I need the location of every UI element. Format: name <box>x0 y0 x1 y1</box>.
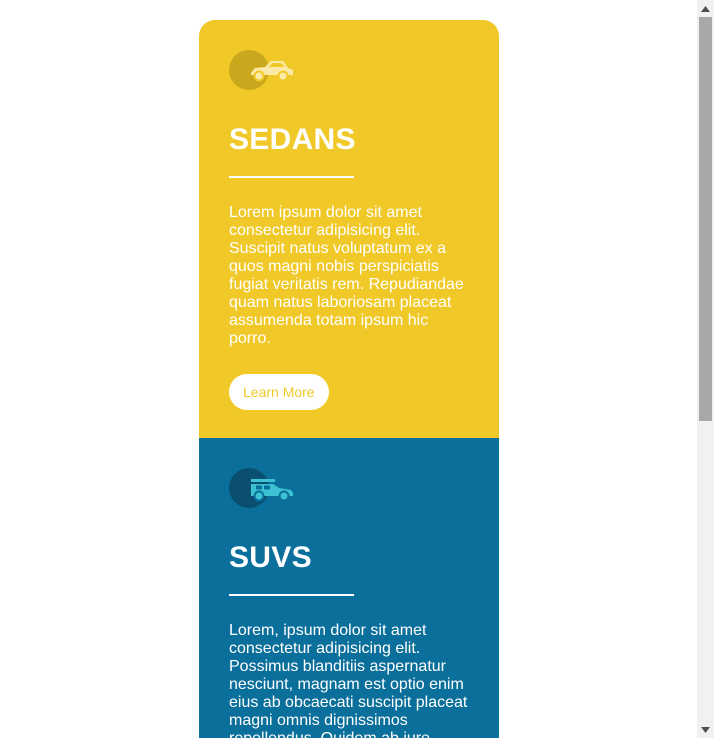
card-column: SEDANS Lorem ipsum dolor sit amet consec… <box>199 20 499 738</box>
suvs-card: SUVS Lorem, ipsum dolor sit amet consect… <box>199 438 499 738</box>
suv-car-icon <box>251 479 293 502</box>
card-description: Lorem ipsum dolor sit amet consectetur a… <box>229 204 464 347</box>
scroll-up-arrow-icon[interactable] <box>697 0 714 17</box>
sedan-icon-badge <box>229 50 299 90</box>
sedans-card: SEDANS Lorem ipsum dolor sit amet consec… <box>199 20 499 438</box>
vertical-scrollbar[interactable] <box>697 0 714 738</box>
card-title: SEDANS <box>229 123 356 156</box>
page-viewport: SEDANS Lorem ipsum dolor sit amet consec… <box>0 0 714 738</box>
card-title: SUVS <box>229 541 312 574</box>
learn-more-button[interactable]: Learn More <box>229 374 329 410</box>
card-description: Lorem, ipsum dolor sit amet consectetur … <box>229 622 468 738</box>
sedan-car-icon <box>251 61 293 82</box>
scroll-down-arrow-icon[interactable] <box>697 721 714 738</box>
title-underline <box>229 176 354 178</box>
scrollbar-thumb[interactable] <box>699 17 712 421</box>
suv-icon-badge <box>229 468 299 508</box>
title-underline <box>229 594 354 596</box>
